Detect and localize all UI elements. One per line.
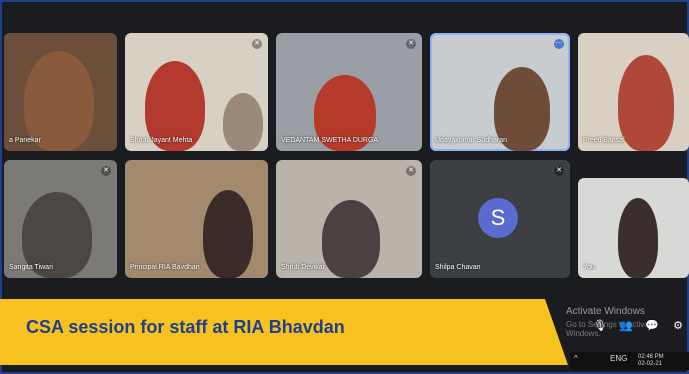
- participant-video: [203, 190, 253, 278]
- participant-grid: a Panekar ✕ Shruti Jayant Mehta ✕ VEDANT…: [4, 33, 689, 285]
- activities-icon[interactable]: ⚙: [670, 318, 686, 334]
- caption-banner: CSA session for staff at RIA Bhavdan: [0, 299, 568, 365]
- activate-windows-title: Activate Windows: [566, 306, 645, 317]
- participant-name: Udayakumar Sudharan: [435, 137, 507, 144]
- clock-time[interactable]: 02:46 PM: [638, 354, 664, 360]
- mic-off-icon: ✕: [406, 39, 416, 49]
- participant-tile[interactable]: ✕ Shruti Devikar: [276, 160, 422, 278]
- participant-tile[interactable]: S ✕ Shilpa Chavan: [430, 160, 570, 278]
- participant-name: a Panekar: [9, 137, 41, 144]
- mic-off-icon: ✕: [406, 166, 416, 176]
- participant-tile[interactable]: ✕ Sangita Tiwari: [4, 160, 117, 278]
- mic-off-icon: ✕: [252, 39, 262, 49]
- participant-name: Shruti Devikar: [281, 264, 325, 271]
- clock-date[interactable]: 02-02-21: [638, 361, 662, 367]
- participant-tile[interactable]: Principal RIA Bavdhan: [125, 160, 268, 278]
- participant-video: [618, 55, 674, 151]
- more-options-icon[interactable]: ⋯: [554, 39, 564, 49]
- participant-video: [223, 93, 263, 151]
- people-icon[interactable]: 👥: [618, 318, 634, 334]
- mic-icon[interactable]: 🎙: [592, 318, 608, 334]
- banner-text: CSA session for staff at RIA Bhavdan: [26, 317, 345, 337]
- participant-tile[interactable]: a Panekar: [4, 33, 117, 151]
- participant-name: You: [583, 264, 595, 271]
- language-indicator[interactable]: ENG: [610, 354, 627, 363]
- participant-tile-self[interactable]: You: [578, 178, 689, 278]
- participant-tile[interactable]: ✕ VEDANTAM SWETHA DURGA: [276, 33, 422, 151]
- tray-arrow-icon[interactable]: ^: [574, 354, 578, 363]
- participant-name: Shilpa Chavan: [435, 264, 481, 271]
- participant-tile[interactable]: ✕ Shruti Jayant Mehta: [125, 33, 268, 151]
- participant-video: [322, 200, 380, 278]
- participant-name: VEDANTAM SWETHA DURGA: [281, 137, 379, 144]
- participant-tile[interactable]: Preeti Bansal: [578, 33, 689, 151]
- mic-off-icon: ✕: [554, 166, 564, 176]
- participant-name: Shruti Jayant Mehta: [130, 137, 193, 144]
- chat-icon[interactable]: 💬: [644, 318, 660, 334]
- participant-video: [24, 51, 94, 151]
- mic-off-icon: ✕: [101, 166, 111, 176]
- participant-name: Principal RIA Bavdhan: [130, 264, 200, 271]
- participant-name: Preeti Bansal: [583, 137, 625, 144]
- avatar: S: [478, 198, 518, 238]
- participant-video: [618, 198, 658, 278]
- participant-tile-active[interactable]: ⋯ Udayakumar Sudharan: [430, 33, 570, 151]
- participant-name: Sangita Tiwari: [9, 264, 53, 271]
- windows-taskbar: ^ ENG 02:46 PM 02-02-21: [570, 352, 689, 370]
